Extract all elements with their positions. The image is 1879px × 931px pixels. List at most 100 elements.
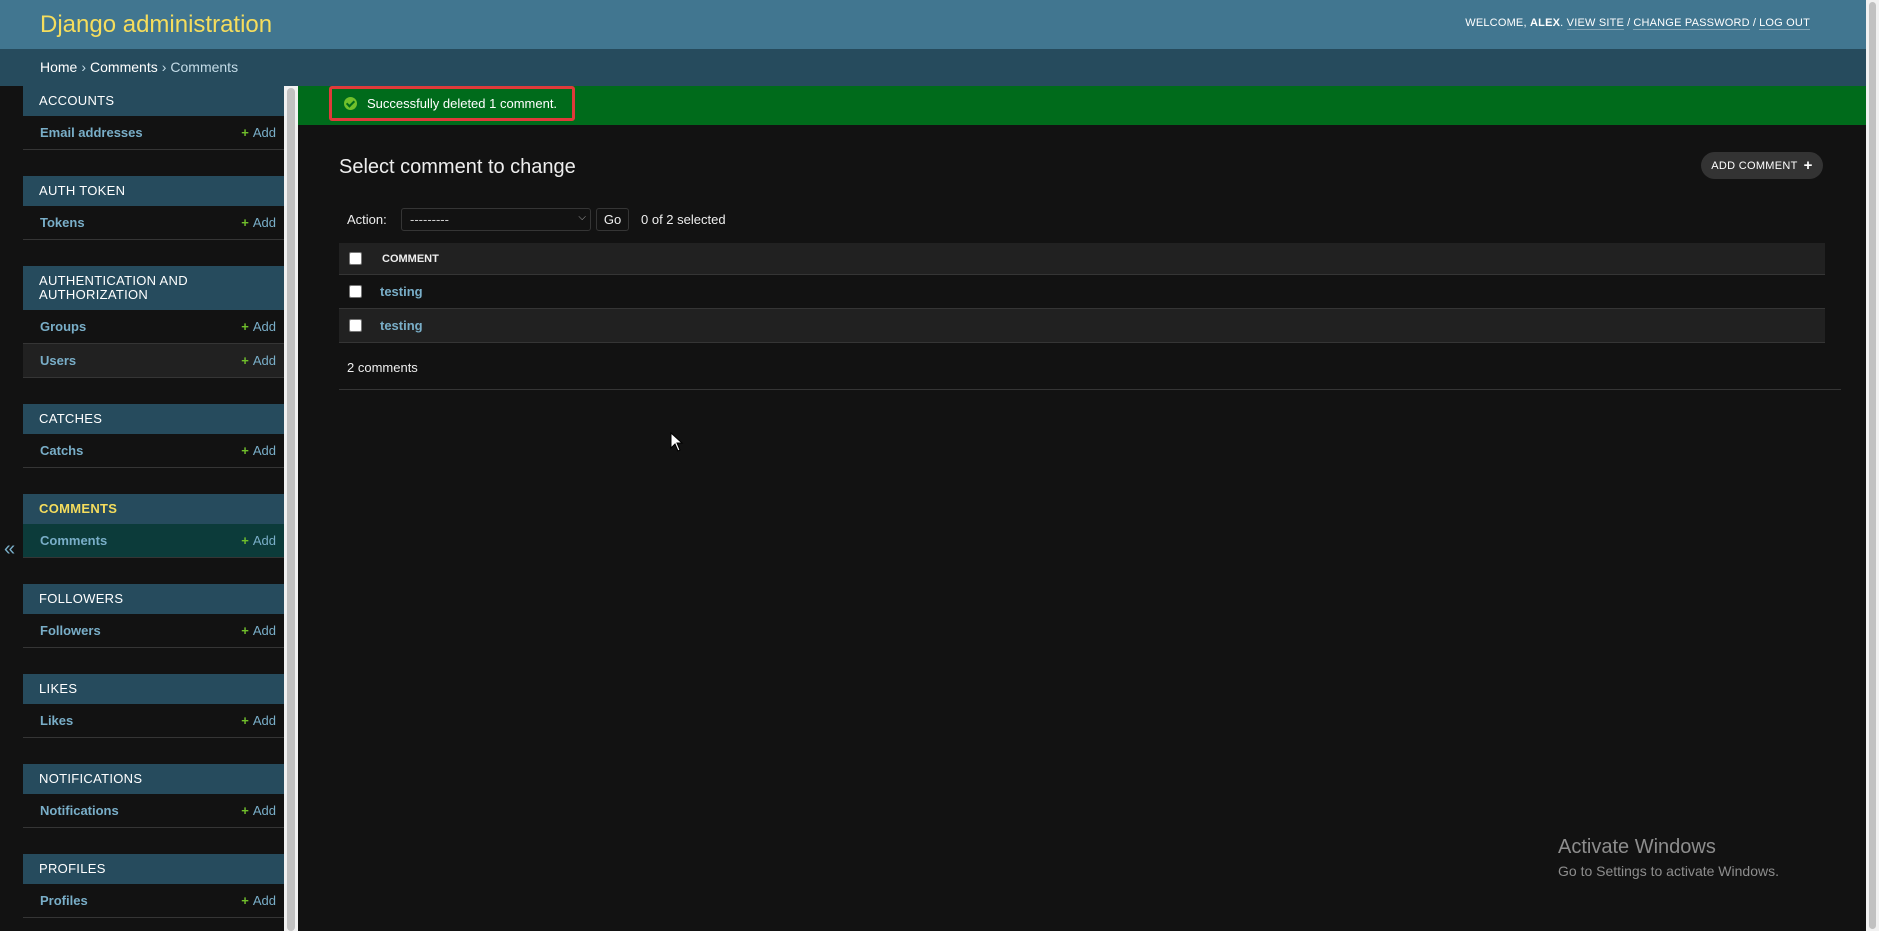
plus-icon: + [241, 713, 249, 728]
result-count: 2 comments [347, 360, 418, 375]
model-link[interactable]: Users [40, 353, 76, 368]
breadcrumb-separator: › [81, 59, 87, 75]
add-label: Add [252, 713, 276, 728]
add-comment-label: Add comment [1711, 159, 1798, 172]
actions-bar: Action: --------- ⌵ Go 0 of 2 selected [339, 208, 1825, 231]
sidebar-item-groups: Groups + Add [23, 310, 284, 344]
collapse-icon[interactable]: « [4, 538, 15, 561]
sidebar-toggle[interactable]: « [0, 86, 24, 931]
model-link[interactable]: Catchs [40, 443, 83, 458]
module-caption[interactable]: Profiles [23, 854, 284, 884]
breadcrumb: Home › Comments › Comments [0, 49, 1866, 86]
plus-icon: + [241, 533, 249, 548]
sidebar-scrollbar-thumb[interactable] [287, 88, 295, 931]
success-check-icon [344, 97, 357, 110]
module-caption[interactable]: Catches [23, 404, 284, 434]
add-link[interactable]: + Add [241, 319, 276, 334]
add-label: Add [252, 533, 276, 548]
breadcrumb-current: Comments [170, 59, 239, 75]
row-checkbox[interactable] [349, 319, 362, 332]
add-comment-button[interactable]: Add comment + [1701, 152, 1823, 179]
module-likes: Likes Likes + Add [23, 674, 284, 738]
success-message-bar: Successfully deleted 1 comment. [298, 86, 1866, 125]
plus-icon: + [241, 125, 249, 140]
model-link[interactable]: Email addresses [40, 125, 143, 140]
model-link[interactable]: Groups [40, 319, 86, 334]
page-scrollbar[interactable] [1866, 0, 1879, 931]
add-link[interactable]: + Add [241, 803, 276, 818]
table-row: testing [339, 275, 1825, 309]
module-caption[interactable]: Authentication and Authorization [23, 266, 284, 310]
sidebar-item-profiles: Profiles + Add [23, 884, 284, 918]
add-label: Add [252, 125, 276, 140]
success-message-text: Successfully deleted 1 comment. [367, 96, 558, 111]
module-catches: Catches Catchs + Add [23, 404, 284, 468]
separator: / [1752, 17, 1757, 29]
module-caption[interactable]: Notifications [23, 764, 284, 794]
module-caption[interactable]: Likes [23, 674, 284, 704]
module-caption[interactable]: Accounts [23, 86, 284, 116]
sidebar: Accounts Email addresses + Add Auth Token… [23, 86, 284, 931]
add-link[interactable]: + Add [241, 215, 276, 230]
activate-windows-watermark: Activate Windows Go to Settings to activ… [1558, 836, 1779, 879]
sidebar-item-email-addresses: Email addresses + Add [23, 116, 284, 150]
module-comments: Comments Comments + Add [23, 494, 284, 558]
sidebar-item-tokens: Tokens + Add [23, 206, 284, 240]
add-label: Add [252, 893, 276, 908]
add-label: Add [252, 623, 276, 638]
action-label: Action: [347, 212, 387, 227]
module-auth: Authentication and Authorization Groups … [23, 266, 284, 378]
add-link[interactable]: + Add [241, 713, 276, 728]
page-scrollbar-thumb[interactable] [1869, 2, 1876, 929]
sidebar-item-notifications: Notifications + Add [23, 794, 284, 828]
module-caption[interactable]: Comments [23, 494, 284, 524]
module-caption[interactable]: Auth Token [23, 176, 284, 206]
row-link[interactable]: testing [380, 318, 423, 333]
plus-icon: + [241, 623, 249, 638]
go-button[interactable]: Go [596, 208, 629, 231]
breadcrumb-app[interactable]: Comments [90, 59, 158, 75]
column-header-comment[interactable]: Comment [382, 253, 439, 265]
plus-icon: + [241, 803, 249, 818]
add-link[interactable]: + Add [241, 353, 276, 368]
plus-icon: + [241, 353, 249, 368]
row-link[interactable]: testing [380, 284, 423, 299]
row-checkbox[interactable] [349, 285, 362, 298]
user-tools: Welcome, alex. View site / Change password… [1465, 17, 1810, 30]
add-link[interactable]: + Add [241, 893, 276, 908]
watermark-subtitle: Go to Settings to activate Windows. [1558, 863, 1779, 879]
model-link[interactable]: Comments [40, 533, 107, 548]
sidebar-item-users: Users + Add [23, 344, 284, 378]
sidebar-item-catchs: Catchs + Add [23, 434, 284, 468]
selection-counter: 0 of 2 selected [641, 212, 726, 227]
change-password-link[interactable]: Change password [1633, 17, 1750, 30]
add-link[interactable]: + Add [241, 533, 276, 548]
module-followers: Followers Followers + Add [23, 584, 284, 648]
success-message: Successfully deleted 1 comment. [329, 86, 575, 121]
add-link[interactable]: + Add [241, 623, 276, 638]
plus-icon: + [241, 893, 249, 908]
module-notifications: Notifications Notifications + Add [23, 764, 284, 828]
action-select[interactable]: --------- ⌵ [401, 208, 591, 231]
header: Django administration Welcome, alex. Vie… [0, 0, 1866, 49]
username: alex [1530, 17, 1561, 29]
add-link[interactable]: + Add [241, 125, 276, 140]
view-site-link[interactable]: View site [1566, 17, 1625, 30]
add-link[interactable]: + Add [241, 443, 276, 458]
site-brand[interactable]: Django administration [40, 11, 272, 39]
model-link[interactable]: Tokens [40, 215, 85, 230]
action-select-value: --------- [410, 212, 449, 227]
breadcrumb-home[interactable]: Home [40, 59, 77, 75]
module-caption[interactable]: Followers [23, 584, 284, 614]
add-label: Add [252, 353, 276, 368]
log-out-link[interactable]: Log out [1759, 17, 1810, 30]
table-row: testing [339, 309, 1825, 343]
plus-icon: + [241, 319, 249, 334]
model-link[interactable]: Likes [40, 713, 73, 728]
separator: / [1627, 17, 1631, 29]
select-all-checkbox[interactable] [349, 252, 362, 265]
model-link[interactable]: Notifications [40, 803, 119, 818]
model-link[interactable]: Followers [40, 623, 101, 638]
page-title: Select comment to change [339, 156, 576, 178]
model-link[interactable]: Profiles [40, 893, 88, 908]
